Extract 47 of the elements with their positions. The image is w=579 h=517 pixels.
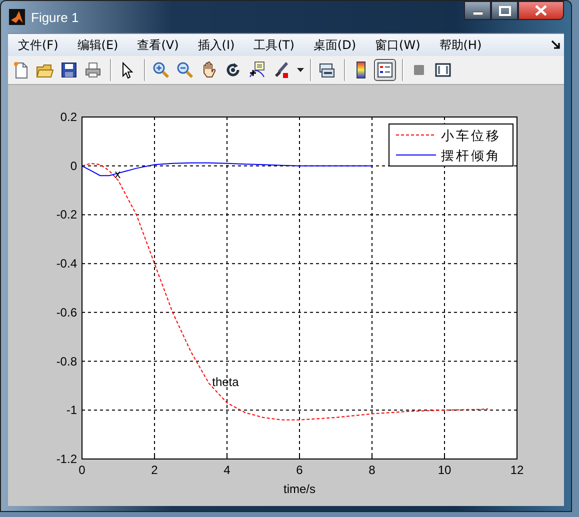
window-title: Figure 1 xyxy=(31,10,79,24)
menu-item[interactable]: 插入(I) xyxy=(192,36,241,54)
zoom-in-icon[interactable] xyxy=(152,61,170,79)
new-file-icon[interactable] xyxy=(12,61,30,79)
legend-label: 摆杆倾角 xyxy=(441,149,501,164)
legend-icon[interactable] xyxy=(376,61,394,79)
printer-icon[interactable] xyxy=(84,61,102,79)
close-icon xyxy=(535,5,547,16)
legend-line-icon xyxy=(396,154,436,156)
menu-item[interactable]: 窗口(W) xyxy=(369,36,426,54)
minimize-button[interactable] xyxy=(464,1,491,20)
x-tick-label: 10 xyxy=(438,463,452,477)
y-tick-label: -0.4 xyxy=(56,256,77,271)
menu-item[interactable]: 工具(T) xyxy=(248,36,300,54)
y-tick-label: -0.6 xyxy=(56,305,77,320)
menu-item[interactable]: 查看(V) xyxy=(131,36,185,54)
x-tick-label: 8 xyxy=(368,463,376,477)
menu-item[interactable]: 文件(F) xyxy=(12,36,64,54)
x-tick-label: 12 xyxy=(510,463,524,477)
legend-line-icon xyxy=(396,134,436,136)
y-tick-label: 0.2 xyxy=(60,110,77,124)
x-axis-label: time/s xyxy=(284,482,316,496)
y-tick-label: -0.2 xyxy=(56,208,77,222)
annotation-label: theta xyxy=(212,375,239,390)
zoom-out-icon[interactable] xyxy=(176,61,194,79)
data-cursor-icon[interactable] xyxy=(248,61,266,79)
x-tick-label: 4 xyxy=(224,463,230,477)
x-tick-label: 6 xyxy=(296,463,303,477)
maximize-icon xyxy=(498,6,510,16)
menu-item[interactable]: 编辑(E) xyxy=(71,36,124,54)
maximize-button[interactable] xyxy=(491,1,518,20)
save-icon[interactable] xyxy=(60,61,78,79)
menu-item[interactable]: 帮助(H) xyxy=(433,36,488,54)
menu-item[interactable]: 桌面(D) xyxy=(307,36,362,54)
dock-arrow-icon[interactable] xyxy=(551,40,560,49)
x-tick-label: 2 xyxy=(151,463,158,477)
close-button[interactable] xyxy=(518,1,564,20)
legend-label: 小车位移 xyxy=(441,129,501,144)
y-tick-label: -0.8 xyxy=(56,354,77,368)
app-icon xyxy=(9,9,25,25)
rotate-icon[interactable] xyxy=(224,61,242,79)
link-icon[interactable] xyxy=(318,61,336,79)
y-tick-label: 0 xyxy=(70,158,77,173)
y-tick-label: -1 xyxy=(66,403,77,418)
y-tick-label: -1.2 xyxy=(56,452,77,466)
x-tick-label: 0 xyxy=(78,463,86,477)
panel-layout-icon[interactable] xyxy=(434,61,452,79)
